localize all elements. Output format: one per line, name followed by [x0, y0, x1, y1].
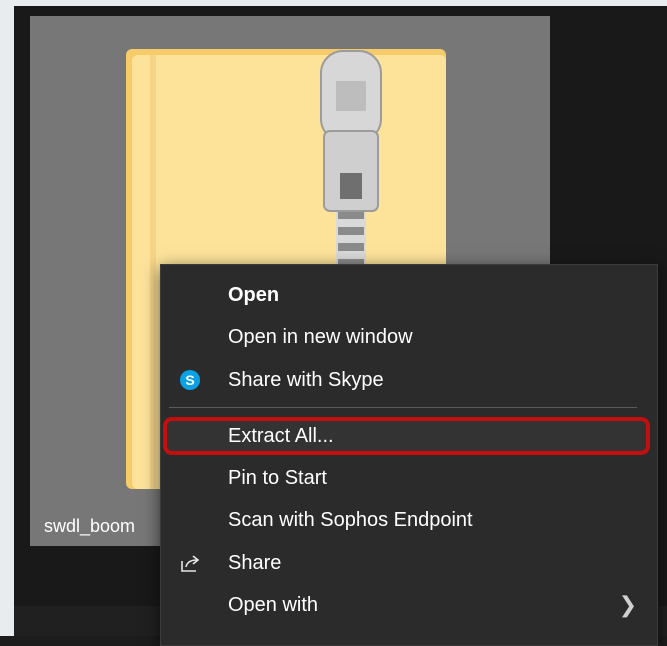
- menu-item-scan-sophos[interactable]: Scan with Sophos Endpoint: [161, 500, 657, 540]
- menu-item-label: Share: [228, 551, 282, 574]
- file-name-label: swdl_boom: [44, 516, 136, 536]
- context-menu: Open Open in new window S Share with Sky…: [160, 264, 658, 646]
- menu-item-pin-to-start[interactable]: Pin to Start: [161, 458, 657, 498]
- menu-item-open-new-window[interactable]: Open in new window: [161, 317, 657, 357]
- chevron-right-icon: ❯: [618, 592, 637, 617]
- menu-item-open-with[interactable]: Open with ❯: [161, 585, 657, 625]
- share-icon: [179, 552, 201, 574]
- menu-item-share-skype[interactable]: S Share with Skype: [161, 360, 657, 400]
- menu-item-label: Share with Skype: [228, 368, 384, 391]
- menu-item-label: Scan with Sophos Endpoint: [228, 508, 473, 531]
- menu-item-label: Open in new window: [228, 325, 413, 348]
- skype-icon: S: [179, 369, 201, 391]
- screen-edge-left: [0, 0, 14, 636]
- menu-item-label: Open: [228, 283, 280, 306]
- menu-item-label: Open with: [228, 593, 319, 616]
- menu-separator: [169, 407, 637, 408]
- svg-text:S: S: [185, 372, 194, 388]
- menu-item-open[interactable]: Open: [161, 275, 657, 315]
- menu-item-label: Pin to Start: [228, 466, 327, 489]
- menu-item-share[interactable]: Share: [161, 543, 657, 583]
- extract-all-highlight: [163, 417, 650, 455]
